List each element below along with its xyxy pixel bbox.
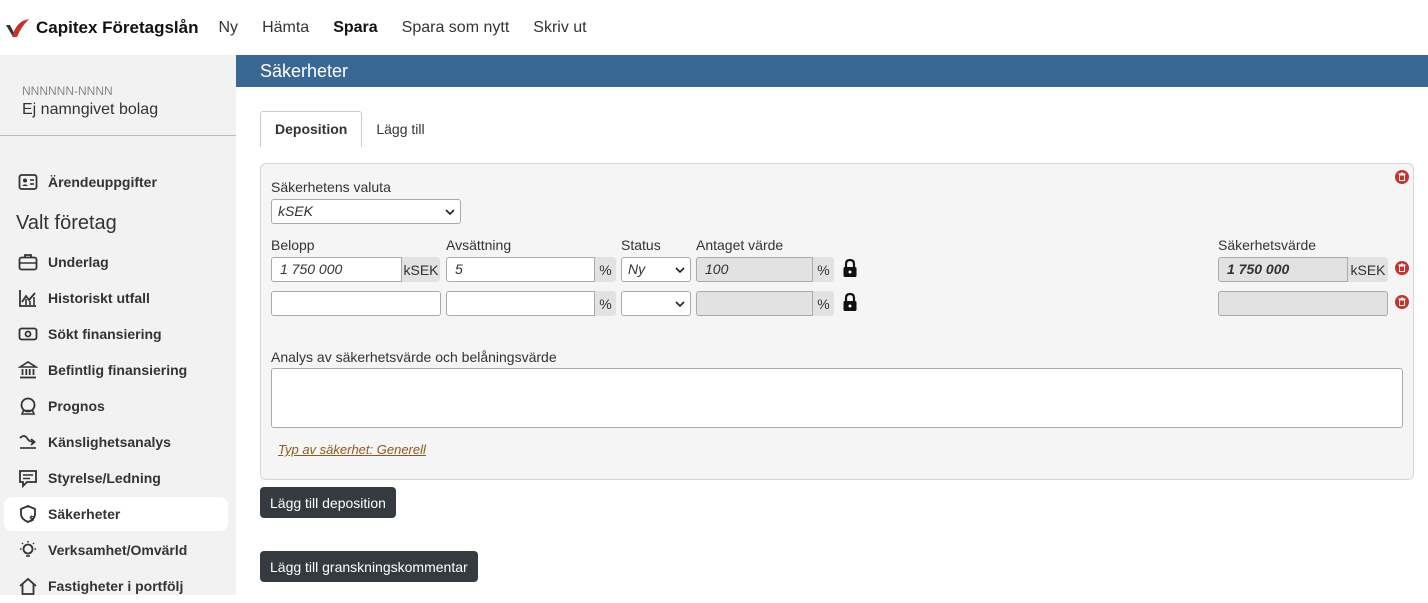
sidebar-item-label: Styrelse/Ledning <box>48 470 161 486</box>
security-value-unit: kSEK <box>1348 257 1388 282</box>
chevron-down-icon <box>445 209 455 216</box>
tab-bar: Deposition Lägg till <box>260 111 439 147</box>
status-select[interactable]: Ny <box>621 257 691 282</box>
currency-select[interactable]: kSEK <box>271 199 461 224</box>
status-select[interactable] <box>621 291 691 316</box>
chart-icon <box>19 290 36 307</box>
sidebar-item-label: Sökt finansiering <box>48 326 162 342</box>
sidebar: NNNNNN-NNNN Ej namngivet bolag Ärendeupp… <box>0 55 236 595</box>
assumed-value-header: Antaget värde <box>696 237 784 253</box>
top-menu: Ny Hämta Spara Spara som nytt Skriv ut <box>219 19 611 37</box>
status-header: Status <box>621 237 661 253</box>
delete-deposition-icon[interactable] <box>1395 170 1409 184</box>
money-icon <box>18 327 38 341</box>
sidebar-item-arendeuppgifter[interactable]: Ärendeuppgifter <box>4 165 228 199</box>
lock-icon[interactable] <box>842 292 858 312</box>
brand[interactable]: Capitex Företagslån <box>4 17 199 39</box>
menu-print[interactable]: Skriv ut <box>533 19 586 37</box>
sidebar-item-label: Prognos <box>48 398 105 414</box>
sidebar-item-label: Känslighetsanalys <box>48 434 171 450</box>
sidebar-item-fastigheter[interactable]: Fastigheter i portfölj <box>4 569 228 603</box>
chevron-down-icon <box>675 301 685 308</box>
chevron-down-icon <box>675 267 685 274</box>
sidebar-item-label: Säkerheter <box>48 506 121 522</box>
analysis-label: Analys av säkerhetsvärde och belåningsvä… <box>271 349 557 365</box>
company-name: Ej namngivet bolag <box>22 101 159 118</box>
menu-save-as-new[interactable]: Spara som nytt <box>402 19 510 37</box>
section-heading: Valt företag <box>16 212 117 234</box>
page-title: Säkerheter <box>236 55 1428 87</box>
deposition-panel: Säkerhetens valuta kSEK Belopp Avsättnin… <box>260 163 1414 480</box>
main-content: Säkerheter Deposition Lägg till Säkerhet… <box>236 55 1428 595</box>
chat-icon <box>19 470 37 488</box>
shield-dollar-icon: $ <box>20 505 36 523</box>
sidebar-item-label: Underlag <box>48 254 109 270</box>
org-number: NNNNNN-NNNN <box>22 84 113 98</box>
company-info: NNNNNN-NNNN Ej namngivet bolag <box>0 55 236 136</box>
tab-add[interactable]: Lägg till <box>362 111 438 147</box>
capitex-logo-icon <box>6 18 29 37</box>
sidebar-item-underlag[interactable]: Underlag <box>4 245 228 279</box>
amount-unit: kSEK <box>402 257 440 282</box>
sidebar-item-befintlig-finansiering[interactable]: Befintlig finansiering <box>4 353 228 387</box>
delete-row-icon[interactable] <box>1395 295 1409 309</box>
lock-icon[interactable] <box>842 258 858 278</box>
id-card-icon <box>18 174 38 190</box>
amount-input[interactable]: 1 750 000 <box>271 257 402 282</box>
analysis-textarea[interactable] <box>271 368 1403 428</box>
lightbulb-icon <box>20 541 36 557</box>
sidebar-item-sakerheter[interactable]: $ Säkerheter <box>4 497 228 531</box>
provision-input[interactable]: 5 <box>446 257 595 282</box>
bank-icon <box>18 361 38 379</box>
security-value-input[interactable] <box>1218 291 1388 316</box>
provision-unit: % <box>595 257 616 282</box>
sidebar-item-label: Historiskt utfall <box>48 290 150 306</box>
tab-deposition[interactable]: Deposition <box>260 111 363 147</box>
sidebar-item-label: Befintlig finansiering <box>48 362 188 378</box>
delete-row-icon[interactable] <box>1395 261 1409 275</box>
assumed-value-input[interactable]: 100 <box>696 257 813 282</box>
sidebar-item-styrelse-ledning[interactable]: Styrelse/Ledning <box>4 461 228 495</box>
currency-select-value: kSEK <box>278 203 314 219</box>
menu-fetch[interactable]: Hämta <box>262 19 309 37</box>
top-navbar: Capitex Företagslån Ny Hämta Spara Spara… <box>0 0 1428 55</box>
amount-input[interactable] <box>271 291 441 316</box>
brand-name: Capitex Företagslån <box>36 17 199 37</box>
menu-new[interactable]: Ny <box>219 19 239 37</box>
provision-unit: % <box>595 291 616 316</box>
sidebar-item-verksamhet-omvarld[interactable]: Verksamhet/Omvärld <box>4 533 228 567</box>
currency-label: Säkerhetens valuta <box>271 179 391 195</box>
security-value-header: Säkerhetsvärde <box>1218 237 1317 253</box>
sidebar-item-label: Fastigheter i portfölj <box>48 578 184 594</box>
amount-header: Belopp <box>271 237 315 253</box>
briefcase-icon <box>18 254 38 271</box>
security-value-input[interactable]: 1 750 000 <box>1218 257 1348 282</box>
sidebar-item-kanslighetsanalys[interactable]: Känslighetsanalys <box>4 425 228 459</box>
status-select-value: Ny <box>628 261 646 277</box>
sidebar-item-label: Ärendeuppgifter <box>48 174 157 190</box>
house-icon <box>19 577 37 595</box>
provision-input[interactable] <box>446 291 595 316</box>
sidebar-item-label: Verksamhet/Omvärld <box>48 542 188 558</box>
add-deposit-button[interactable]: Lägg till deposition <box>260 487 396 518</box>
sidebar-item-sokt-finansiering[interactable]: Sökt finansiering <box>4 317 228 351</box>
sidebar-item-historiskt-utfall[interactable]: Historiskt utfall <box>4 281 228 315</box>
sidebar-item-prognos[interactable]: Prognos <box>4 389 228 423</box>
arrow-curve-icon <box>19 435 36 449</box>
assumed-value-unit: % <box>813 257 834 282</box>
assumed-value-unit: % <box>813 291 834 316</box>
security-type-link[interactable]: Typ av säkerhet: Generell <box>278 442 426 457</box>
add-review-comment-button[interactable]: Lägg till granskningskommentar <box>260 551 478 582</box>
menu-save[interactable]: Spara <box>333 19 377 37</box>
crystal-ball-icon <box>20 397 36 415</box>
svg-text:$: $ <box>29 514 35 523</box>
provision-header: Avsättning <box>446 237 512 253</box>
assumed-value-input[interactable] <box>696 291 813 316</box>
